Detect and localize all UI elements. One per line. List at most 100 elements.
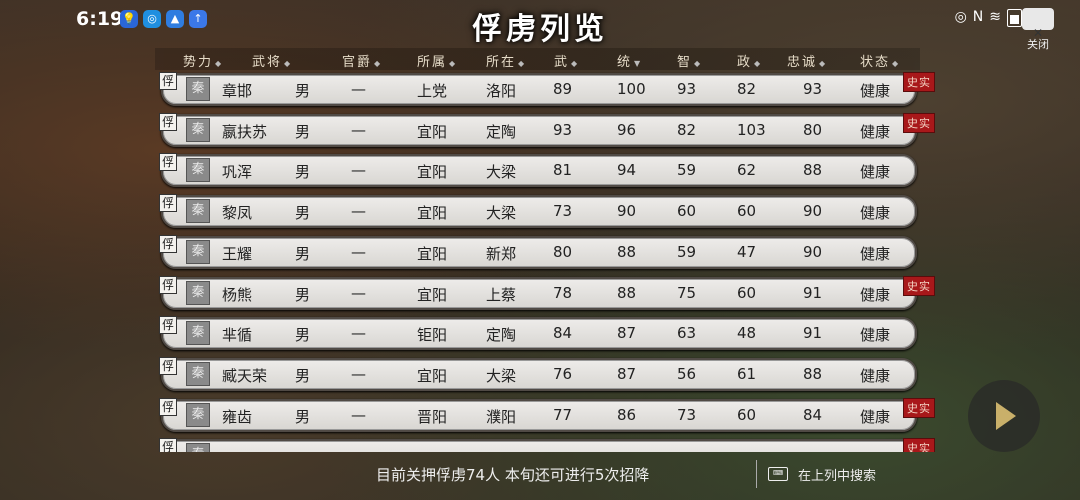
cell-rank: — [351,364,366,383]
captive-tag: 俘 [159,194,177,213]
cell-pol: 62 [737,161,757,180]
cell-sex: 男 [295,122,311,141]
cell-name: 巩浑 [222,163,253,182]
cell-rank: — [351,283,366,302]
cell-sex: 男 [295,82,311,100]
cell-sex: 男 [295,163,311,182]
cell-lead: 100 [617,80,646,98]
prisoner-summary: 目前关押俘虏74人 本旬还可进行5次招降 [376,466,650,484]
table-row[interactable]: 俘秦臧天荣 男 — 宜阳 大梁 76 87 56 61 88 健康 [155,356,945,391]
table-row[interactable]: 俘秦嬴扶苏 男 — 宜阳 定陶 93 96 82 103 80 健康 史实 [155,112,945,147]
keyboard-icon[interactable]: ⌨ [768,467,788,481]
cell-intel: 56 [677,364,697,383]
cell-belong: 宜阳 [417,285,448,304]
cell-rank: — [351,202,366,221]
prisoner-list[interactable]: 俘秦章邯男 — 上党 洛阳 89 100 93 82 93 健康 史实俘秦嬴扶苏男 — 宜阳 定陶 93 96… [155,70,945,452]
header-location[interactable]: 所在 ◆ [486,51,526,70]
cell-rank: — [351,242,366,261]
cell-war: 77 [553,405,573,424]
cell-war: 73 [553,202,573,221]
cell-belong: 上党 [417,82,448,100]
cell-location: 大梁 [486,163,517,182]
captive-tag: 俘 [159,234,177,253]
cell-state: 健康 [860,204,891,223]
cell-rank: — [351,161,366,180]
cell-lead: 94 [617,161,637,180]
header-state[interactable]: 状态 ◆ [860,51,900,70]
cell-name: 黎凤 [222,204,253,223]
header-force[interactable]: 势力 ◆ [183,51,223,70]
table-row[interactable]: 俘秦章邯 男 — 上党 洛阳 89 100 93 82 93 健康 史实 [155,72,945,106]
table-row[interactable]: 俘秦王耀 男 — 宜阳 新郑 80 88 59 47 90 健康 [155,234,945,269]
faction-badge: 秦 [186,402,210,427]
cell-belong: 宜阳 [417,366,448,385]
header-loyalty[interactable]: 忠诚 ◆ [787,51,827,70]
header-general[interactable]: 武将 ◆ [252,51,292,70]
cell-location: 洛阳 [486,82,517,100]
cell-pol: 82 [737,80,757,98]
cell-intel: 60 [677,202,697,221]
faction-badge: 秦 [186,158,210,183]
cell-location: 定陶 [486,122,517,141]
captive-tag: 俘 [159,112,177,131]
cell-rank: — [351,120,366,139]
cell-name: 嬴扶苏 [222,122,268,141]
table-row[interactable]: 俘秦杨熊 男 — 宜阳 上蔡 78 88 75 60 91 健康 史实 [155,275,945,310]
table-row[interactable]: 俘秦 史实 [155,438,945,452]
cell-name: 臧天荣 [222,366,268,385]
faction-badge: 秦 [186,77,210,101]
cell-war: 81 [553,161,573,180]
cell-loyalty: 91 [803,283,823,302]
cell-war: 93 [553,120,573,139]
header-intel[interactable]: 智 ◆ [677,51,702,70]
cell-pol: 60 [737,202,757,221]
header-rank[interactable]: 官爵 ◆ [342,51,382,70]
cell-rank: — [351,80,366,98]
captive-tag: 俘 [159,316,177,335]
cell-pol: 103 [737,120,766,139]
cell-location: 大梁 [486,204,517,223]
header-war[interactable]: 武 ◆ [554,51,579,70]
cell-state: 健康 [860,244,891,263]
cell-intel: 93 [677,80,697,98]
header-belong[interactable]: 所属 ◆ [417,51,457,70]
cell-state: 健康 [860,366,891,385]
cell-loyalty: 90 [803,242,823,261]
table-row[interactable]: 俘秦雍齿 男 — 晋阳 濮阳 77 86 73 60 84 健康 史实 [155,397,945,432]
historical-badge: 史实 [903,72,935,92]
cell-sex: 男 [295,244,311,263]
page-title: 俘虏列览 [472,12,608,47]
cell-pol: 61 [737,364,757,383]
cell-belong: 宜阳 [417,163,448,182]
cell-belong: 宜阳 [417,122,448,141]
cell-loyalty: 91 [803,324,823,343]
captive-tag: 俘 [159,397,177,416]
cell-state: 健康 [860,163,891,182]
header-lead[interactable]: 统 ▼ [617,51,642,70]
play-button[interactable] [968,380,1040,452]
cell-rank: — [351,324,366,343]
cell-intel: 82 [677,120,697,139]
table-row[interactable]: 俘秦巩浑 男 — 宜阳 大梁 81 94 59 62 88 健康 [155,153,945,188]
header-pol[interactable]: 政 ◆ [737,51,762,70]
captive-tag: 俘 [159,275,177,294]
table-row[interactable]: 俘秦芈循 男 — 钜阳 定陶 84 87 63 48 91 健康 [155,316,945,351]
cell-loyalty: 84 [803,405,823,424]
historical-badge: 史实 [903,112,935,133]
table-header: 势力 ◆ 武将 ◆ 官爵 ◆ 所属 ◆ 所在 ◆ 武 ◆ 统 ▼ 智 ◆ 政 ◆ 忠诚 ◆ 状态 ◆ [155,48,920,70]
historical-badge: 史实 [903,438,935,452]
table-row[interactable]: 俘秦黎凤 男 — 宜阳 大梁 73 90 60 60 90 健康 [155,194,945,229]
cell-intel: 59 [677,161,697,180]
cell-sex: 男 [295,285,311,304]
cell-sex: 男 [295,204,311,223]
cell-lead: 90 [617,202,637,221]
bottom-bar: 目前关押俘虏74人 本旬还可进行5次招降 ⌨ 在上列中搜索 [0,455,1080,495]
cell-name: 王耀 [222,244,253,263]
cell-belong: 晋阳 [417,407,448,426]
cell-lead: 87 [617,364,637,383]
cell-war: 78 [553,283,573,302]
search-in-list-button[interactable]: 在上列中搜索 [798,465,876,484]
historical-badge: 史实 [903,397,935,418]
cell-name: 雍齿 [222,407,253,426]
cell-name: 杨熊 [222,285,253,304]
